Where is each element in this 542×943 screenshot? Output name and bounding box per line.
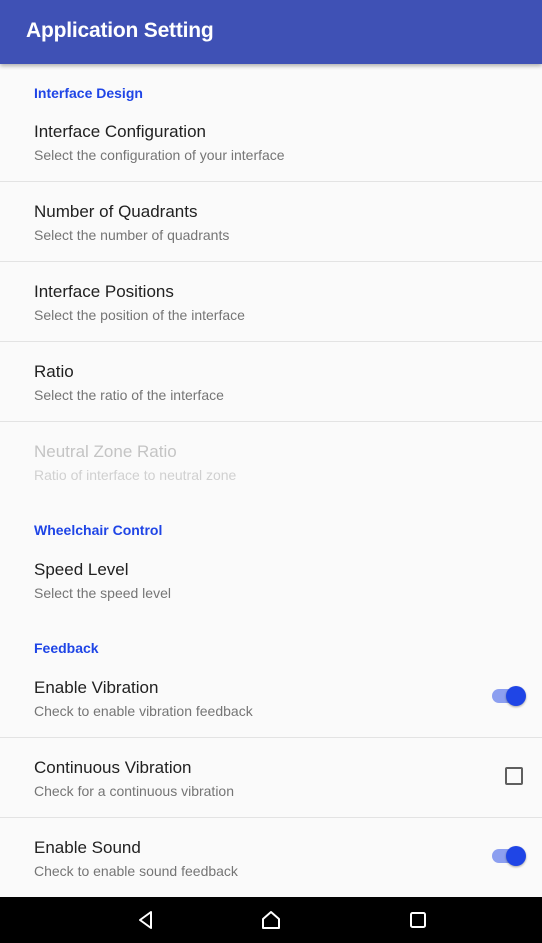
pref-summary: Select the position of the interface: [34, 307, 245, 323]
continuous-vibration-checkbox[interactable]: [505, 767, 523, 785]
divider: [0, 737, 542, 738]
enable-vibration-switch[interactable]: [490, 684, 528, 708]
app-bar: Application Setting: [0, 0, 542, 64]
pref-continuous-vibration[interactable]: Continuous Vibration Check for a continu…: [0, 758, 542, 838]
pref-summary: Select the speed level: [34, 585, 171, 601]
pref-summary: Select the number of quadrants: [34, 227, 230, 243]
app-bar-title: Application Setting: [26, 19, 214, 42]
preferences-list[interactable]: Interface Design Interface Configuration…: [0, 64, 542, 897]
pref-number-of-quadrants[interactable]: Number of Quadrants Select the number of…: [0, 202, 542, 282]
pref-summary: Ratio of interface to neutral zone: [34, 467, 237, 483]
pref-title: Neutral Zone Ratio: [34, 442, 177, 461]
recents-icon[interactable]: [405, 907, 431, 933]
divider: [0, 341, 542, 342]
pref-interface-positions[interactable]: Interface Positions Select the position …: [0, 282, 542, 362]
pref-title: Number of Quadrants: [34, 202, 198, 221]
pref-summary: Select the configuration of your interfa…: [34, 147, 285, 163]
switch-thumb: [506, 686, 526, 706]
pref-speed-level[interactable]: Speed Level Select the speed level: [0, 560, 542, 640]
pref-title: Continuous Vibration: [34, 758, 192, 777]
pref-ratio[interactable]: Ratio Select the ratio of the interface: [0, 362, 542, 442]
pref-summary: Check to enable sound feedback: [34, 863, 238, 879]
divider: [0, 181, 542, 182]
pref-summary: Check to enable vibration feedback: [34, 703, 253, 719]
pref-title: Interface Configuration: [34, 122, 206, 141]
divider: [0, 817, 542, 818]
divider: [0, 421, 542, 422]
category-feedback: Feedback: [34, 640, 99, 656]
pref-summary: Select the ratio of the interface: [34, 387, 224, 403]
pref-title: Interface Positions: [34, 282, 174, 301]
settings-screen: Application Setting Interface Design Int…: [0, 0, 542, 943]
home-icon[interactable]: [258, 907, 284, 933]
divider: [0, 261, 542, 262]
pref-title: Enable Vibration: [34, 678, 159, 697]
category-wheelchair-control: Wheelchair Control: [34, 522, 163, 538]
pref-summary: Check for a continuous vibration: [34, 783, 234, 799]
pref-interface-configuration[interactable]: Interface Configuration Select the confi…: [0, 122, 542, 202]
system-nav-bar: [0, 897, 542, 943]
pref-title: Speed Level: [34, 560, 129, 579]
enable-sound-switch[interactable]: [490, 844, 528, 868]
switch-thumb: [506, 846, 526, 866]
pref-neutral-zone-ratio: Neutral Zone Ratio Ratio of interface to…: [0, 442, 542, 522]
category-interface-design: Interface Design: [34, 85, 143, 101]
pref-title: Enable Sound: [34, 838, 141, 857]
pref-enable-sound[interactable]: Enable Sound Check to enable sound feedb…: [0, 838, 542, 897]
back-icon[interactable]: [133, 907, 159, 933]
pref-title: Ratio: [34, 362, 74, 381]
pref-enable-vibration[interactable]: Enable Vibration Check to enable vibrati…: [0, 678, 542, 758]
